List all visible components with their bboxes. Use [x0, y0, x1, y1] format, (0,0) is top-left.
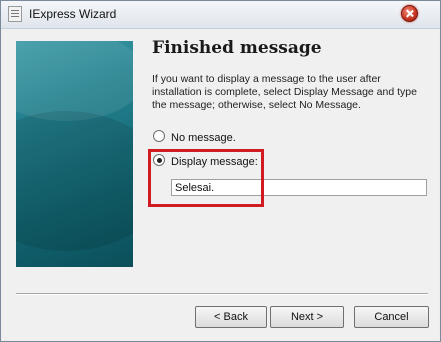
- no-message-label: No message.: [171, 132, 236, 144]
- display-message-radio[interactable]: [153, 154, 165, 166]
- window-title: IExpress Wizard: [29, 7, 117, 21]
- back-button[interactable]: < Back: [195, 306, 267, 328]
- no-message-radio[interactable]: [153, 130, 165, 142]
- close-icon[interactable]: [401, 5, 418, 22]
- page-title: Finished message: [152, 38, 322, 58]
- display-message-option[interactable]: Display message:: [153, 154, 258, 168]
- display-message-label: Display message:: [171, 156, 258, 168]
- separator: [16, 293, 428, 295]
- title-bar: IExpress Wizard: [1, 1, 440, 29]
- wizard-window: IExpress Wizard Finished message If you …: [0, 0, 441, 342]
- page-description: If you want to display a message to the …: [152, 73, 417, 111]
- next-button[interactable]: Next >: [270, 306, 344, 328]
- no-message-option[interactable]: No message.: [153, 130, 236, 144]
- message-input[interactable]: [171, 179, 427, 196]
- cancel-button[interactable]: Cancel: [354, 306, 429, 328]
- wizard-side-image: [16, 41, 133, 267]
- wizard-app-icon: [8, 6, 22, 22]
- wizard-content: Finished message If you want to display …: [2, 29, 439, 340]
